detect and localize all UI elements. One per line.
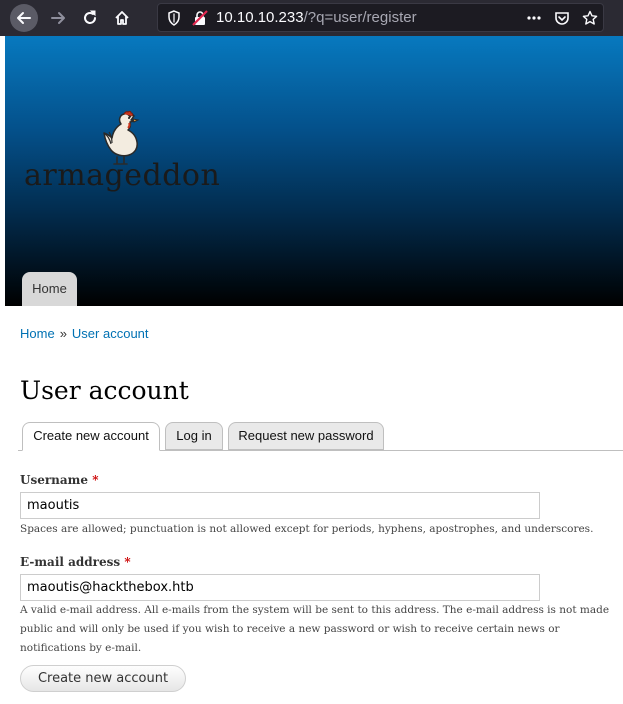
reload-icon xyxy=(84,10,96,24)
more-icon[interactable] xyxy=(526,10,542,26)
username-input[interactable]: maoutis xyxy=(20,492,540,519)
page-title: User account xyxy=(20,376,189,405)
site-name[interactable]: armageddon xyxy=(24,158,220,193)
breadcrumb-separator: » xyxy=(59,326,67,341)
tab-log-in[interactable]: Log in xyxy=(165,422,223,450)
breadcrumb: Home » User account xyxy=(20,326,149,341)
email-label: E-mail address * xyxy=(20,555,131,569)
username-description: Spaces are allowed; punctuation is not a… xyxy=(20,523,594,535)
username-label-text: Username xyxy=(20,473,89,487)
url-bar[interactable]: 10.10.10.233/?q=user/register xyxy=(157,3,604,32)
tab-request-new-password[interactable]: Request new password xyxy=(228,422,384,450)
back-icon xyxy=(17,12,31,24)
back-button[interactable] xyxy=(10,4,38,32)
site-header: armageddon Home xyxy=(5,36,623,306)
email-required-marker: * xyxy=(124,555,131,569)
star-icon[interactable] xyxy=(582,10,598,26)
email-input[interactable]: maoutis@hackthebox.htb xyxy=(20,574,540,601)
url-text[interactable]: 10.10.10.233/?q=user/register xyxy=(216,9,417,26)
forward-icon xyxy=(51,12,65,24)
username-required-marker: * xyxy=(92,473,99,487)
create-new-account-button[interactable]: Create new account xyxy=(20,665,186,692)
reload-button[interactable] xyxy=(76,4,104,32)
insecure-lock-icon[interactable] xyxy=(192,10,208,26)
main-nav-home[interactable]: Home xyxy=(22,272,77,306)
email-description: A valid e-mail address. All e-mails from… xyxy=(20,604,610,654)
shield-icon[interactable] xyxy=(166,10,182,26)
breadcrumb-home-link[interactable]: Home xyxy=(20,326,55,341)
home-icon xyxy=(115,11,129,25)
email-label-text: E-mail address xyxy=(20,555,121,569)
browser-toolbar: 10.10.10.233/?q=user/register xyxy=(0,0,623,36)
url-host: 10.10.10.233 xyxy=(216,9,304,26)
forward-button[interactable] xyxy=(44,4,72,32)
url-path: /?q=user/register xyxy=(303,9,417,26)
username-label: Username * xyxy=(20,473,98,487)
home-button[interactable] xyxy=(108,4,136,32)
pocket-icon[interactable] xyxy=(554,10,570,26)
breadcrumb-user-account-link[interactable]: User account xyxy=(72,326,149,341)
tab-create-new-account[interactable]: Create new account xyxy=(22,422,160,451)
